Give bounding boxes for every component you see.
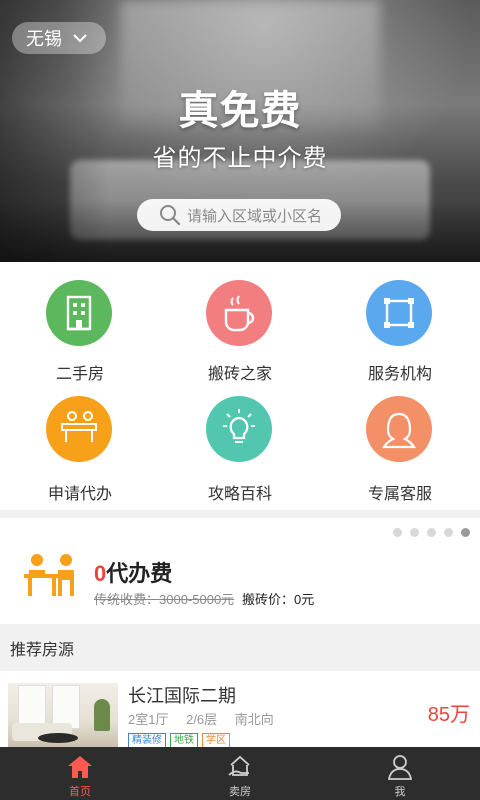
- promo-old-price: 传统收费：3000-5000元: [94, 592, 235, 607]
- category-second-hand-house[interactable]: 二手房: [0, 262, 160, 383]
- promo-banner[interactable]: 0代办费 传统收费：3000-5000元 搬砖价：0元: [0, 518, 480, 624]
- listing-price: 85万: [427, 704, 470, 726]
- promo-title: 0代办费: [94, 556, 172, 588]
- tab-me[interactable]: 我: [320, 747, 480, 800]
- tab-label: 首页: [69, 786, 91, 798]
- category-grid: 二手房 搬砖之家 服务机构 申请代办 攻略百科 专属客服: [0, 262, 480, 510]
- category-service-agencies[interactable]: 服务机构: [320, 262, 480, 383]
- category-guide-wiki[interactable]: 攻略百科: [160, 382, 320, 503]
- category-label: 服务机构: [367, 366, 432, 383]
- home-icon: [65, 753, 95, 781]
- user-icon: [385, 753, 415, 781]
- tab-home[interactable]: 首页: [0, 747, 160, 800]
- agent-desk-icon: [22, 548, 82, 608]
- city-selector[interactable]: 无锡: [12, 22, 106, 54]
- carousel-dot[interactable]: [427, 528, 436, 537]
- category-label: 攻略百科: [207, 486, 272, 503]
- category-apply-agent[interactable]: 申请代办: [0, 382, 160, 503]
- category-brick-home[interactable]: 搬砖之家: [160, 262, 320, 383]
- hero-subtitle: 省的不止中介费: [152, 145, 328, 172]
- listing-title: 长江国际二期: [128, 686, 236, 706]
- bottom-tab-bar: 首页 卖房 我: [0, 747, 480, 800]
- search-icon: [159, 204, 181, 226]
- search-input[interactable]: 请输入区域或小区名: [137, 199, 341, 231]
- promo-new-price: 搬砖价：0元: [242, 592, 315, 607]
- search-placeholder: 请输入区域或小区名: [187, 207, 323, 225]
- category-customer-service[interactable]: 专属客服: [320, 382, 480, 503]
- section-title: 推荐房源: [0, 632, 480, 670]
- tab-label: 我: [394, 786, 406, 798]
- tab-sell[interactable]: 卖房: [160, 747, 320, 800]
- lightbulb-icon: [206, 396, 272, 462]
- category-label: 搬砖之家: [207, 366, 272, 383]
- square-frame-icon: [366, 280, 432, 346]
- agent-desk-icon: [46, 396, 112, 462]
- carousel-dot[interactable]: [393, 528, 402, 537]
- listing-meta: 2室1厅 2/6层 南北向: [128, 709, 288, 728]
- city-label: 无锡: [26, 29, 62, 49]
- carousel-dot[interactable]: [410, 528, 419, 537]
- listing-orientation: 南北向: [234, 712, 274, 727]
- promo-title-zero: 0: [94, 561, 107, 586]
- category-label: 二手房: [55, 366, 104, 383]
- tab-label: 卖房: [229, 786, 251, 798]
- sell-house-icon: [225, 753, 255, 781]
- listing-thumbnail: [8, 683, 118, 747]
- listing-layout: 2室1厅: [128, 712, 169, 727]
- hero-title: 真免费: [178, 89, 302, 133]
- carousel-dot-active[interactable]: [461, 528, 470, 537]
- carousel-dots: [393, 528, 470, 537]
- category-label: 专属客服: [367, 486, 432, 503]
- carousel-dot[interactable]: [444, 528, 453, 537]
- promo-title-rest: 代办费: [106, 561, 173, 586]
- coffee-cup-icon: [206, 280, 272, 346]
- hero-banner: 无锡 真免费 省的不止中介费 请输入区域或小区名: [0, 0, 480, 262]
- customer-service-icon: [366, 396, 432, 462]
- building-icon: [46, 280, 112, 346]
- listing-item[interactable]: 长江国际二期 2室1厅 2/6层 南北向 精装修 地铁 学区 85万: [0, 671, 480, 749]
- chevron-down-icon: [72, 31, 87, 45]
- listing-floor: 2/6层: [186, 712, 218, 727]
- category-label: 申请代办: [47, 486, 112, 503]
